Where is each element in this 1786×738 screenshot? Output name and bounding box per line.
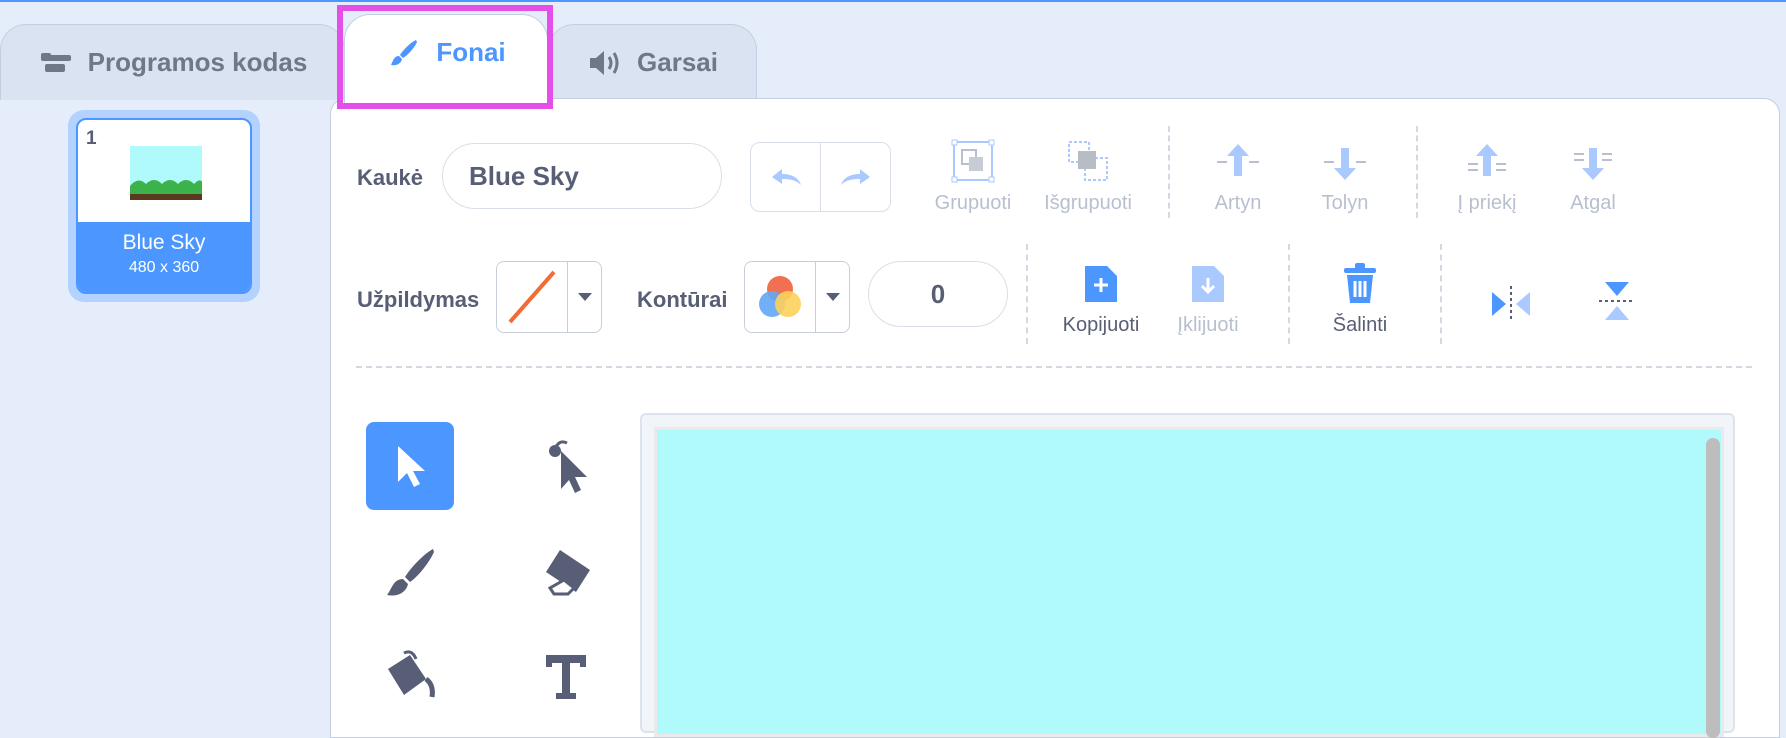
undo-button[interactable] [751, 143, 821, 211]
costume-item[interactable]: 1 Blue Sky 480 x 360 [68, 110, 260, 302]
copy-icon [1085, 266, 1117, 302]
paste-label: Įklijuoti [1177, 314, 1239, 336]
divider [1416, 126, 1418, 218]
text-icon [546, 655, 586, 699]
chevron-down-icon [577, 293, 592, 301]
top-accent-line [0, 0, 1786, 2]
arrow-cursor-icon [398, 446, 425, 487]
costume-size: 480 x 360 [128, 259, 200, 276]
tab-code-label: Programos kodas [87, 47, 308, 77]
divider [1440, 244, 1442, 344]
group-label: Grupuoti [934, 192, 1012, 214]
flip-vertical-icon [1599, 282, 1635, 320]
to-back-label: Atgal [1570, 192, 1616, 214]
costume-number: 1 [86, 128, 97, 149]
flip-vertical-button[interactable] [1592, 272, 1642, 324]
toolbar-divider [356, 366, 1752, 368]
forward-label: Artyn [1214, 192, 1262, 214]
delete-button[interactable]: Šalinti [1320, 254, 1400, 337]
undo-icon [771, 169, 801, 185]
backward-icon [1324, 148, 1366, 180]
reshape-tool[interactable] [522, 422, 610, 510]
to-back-button[interactable]: Atgal [1563, 132, 1623, 215]
to-front-label: Į priekį [1457, 192, 1517, 214]
costume-thumbnail [130, 146, 202, 200]
drawing-canvas[interactable] [654, 427, 1724, 737]
backward-label: Tolyn [1321, 192, 1369, 214]
flip-horizontal-icon [1492, 286, 1530, 322]
forward-button[interactable]: Artyn [1208, 132, 1268, 215]
to-front-button[interactable]: Į priekį [1450, 132, 1524, 215]
copy-button[interactable]: Kopijuoti [1055, 254, 1147, 337]
group-icon [951, 139, 995, 183]
divider [1168, 126, 1170, 218]
speaker-icon [587, 48, 623, 78]
eraser-tool[interactable] [522, 528, 610, 616]
mixed-color-icon [759, 276, 801, 317]
ungroup-icon [1068, 141, 1108, 181]
delete-label: Šalinti [1332, 314, 1388, 336]
chevron-down-icon [825, 293, 840, 301]
tab-code[interactable]: Programos kodas [0, 24, 345, 100]
divider [1026, 244, 1028, 344]
costume-name-input[interactable] [442, 143, 722, 209]
tab-costumes-label: Fonai [436, 37, 506, 67]
paintbrush-icon [386, 38, 422, 68]
no-fill-icon [508, 270, 556, 324]
fill-color-picker[interactable] [496, 261, 602, 333]
tab-costumes[interactable]: Fonai [344, 14, 548, 104]
brush-icon [387, 549, 434, 596]
paste-button[interactable]: Įklijuoti [1165, 254, 1251, 337]
backward-button[interactable]: Tolyn [1315, 132, 1375, 215]
trash-icon [1344, 263, 1376, 303]
divider [1288, 244, 1290, 344]
undo-redo-group [750, 142, 891, 212]
group-button[interactable]: Grupuoti [930, 132, 1016, 215]
select-tool[interactable] [366, 422, 454, 510]
tab-sounds[interactable]: Garsai [548, 24, 757, 100]
paint-bucket-icon [388, 650, 435, 698]
outline-width-value: 0 [930, 278, 946, 309]
costume-name-label: Kaukė [357, 165, 424, 190]
to-front-icon [1468, 144, 1506, 176]
outline-width-input[interactable]: 0 [868, 261, 1008, 327]
brush-tool[interactable] [366, 528, 454, 616]
canvas-vertical-scrollbar[interactable] [1706, 438, 1720, 738]
redo-button[interactable] [821, 143, 890, 211]
flip-horizontal-button[interactable] [1486, 272, 1536, 324]
forward-icon [1217, 144, 1259, 176]
fill-label: Užpildymas [357, 287, 480, 312]
eraser-icon [546, 550, 590, 596]
copy-label: Kopijuoti [1062, 314, 1140, 336]
fill-tool[interactable] [366, 632, 454, 720]
tab-sounds-label: Garsai [637, 47, 718, 77]
to-back-icon [1574, 148, 1612, 180]
redo-icon [840, 169, 870, 185]
outline-color-picker[interactable] [744, 261, 850, 333]
paste-icon [1192, 266, 1224, 302]
text-tool[interactable] [522, 632, 610, 720]
ungroup-button[interactable]: Išgrupuoti [1038, 132, 1138, 215]
ungroup-label: Išgrupuoti [1044, 192, 1132, 214]
outline-label: Kontūrai [637, 287, 728, 312]
costume-name: Blue Sky [122, 231, 206, 254]
reshape-icon [549, 440, 587, 493]
code-blocks-icon [38, 48, 74, 78]
